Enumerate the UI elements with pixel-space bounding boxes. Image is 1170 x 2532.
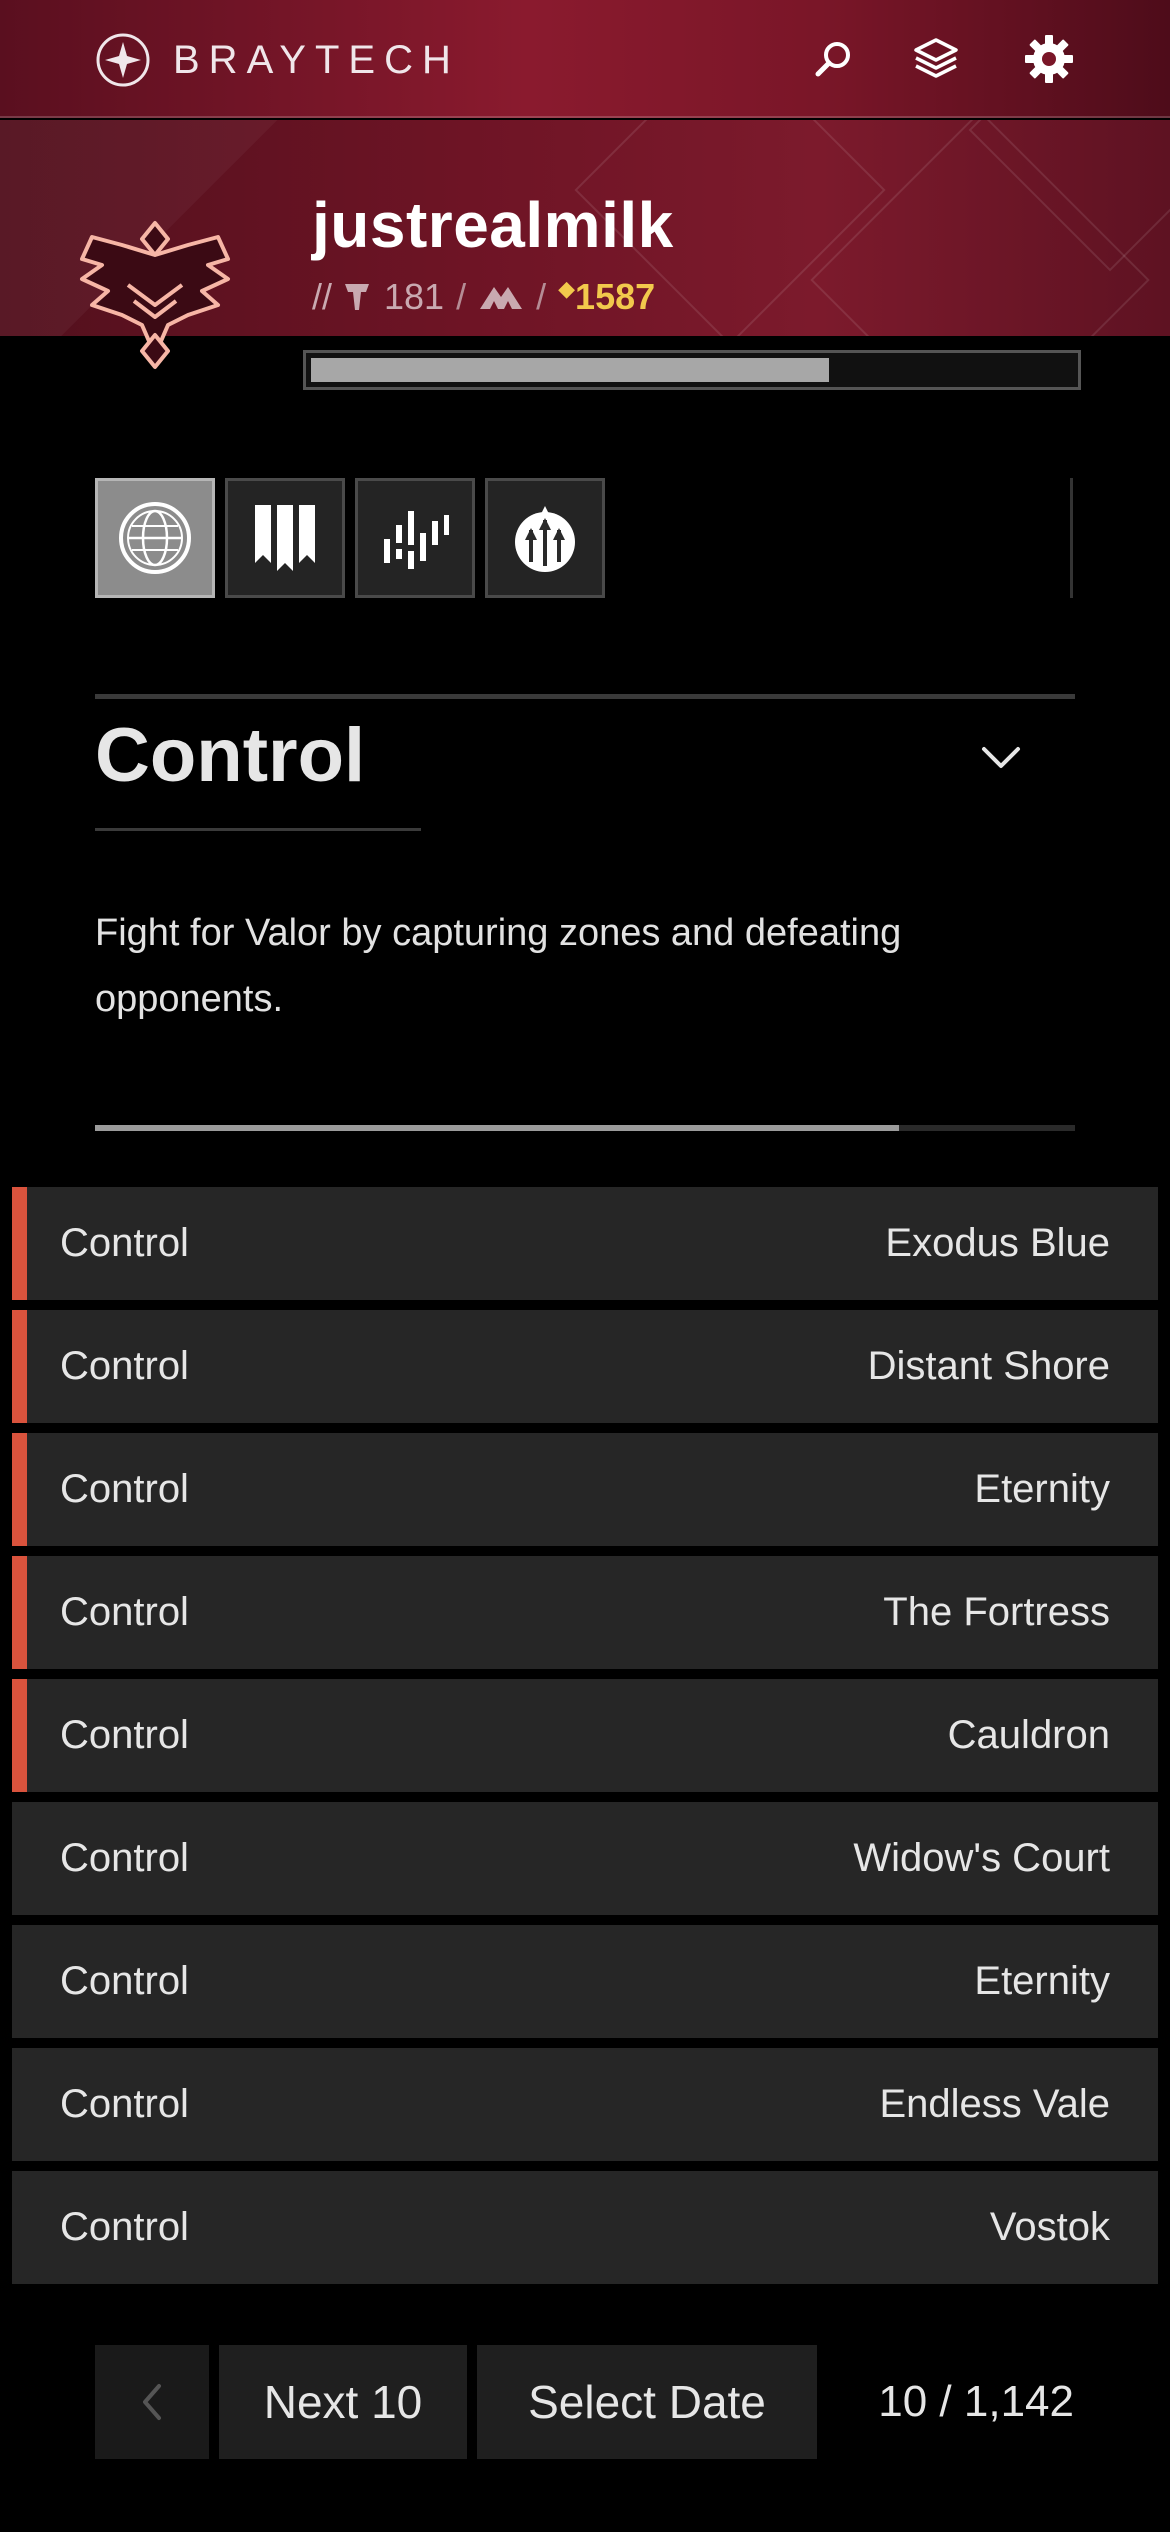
layers-icon[interactable]: [909, 32, 963, 86]
tab-trials[interactable]: [485, 478, 605, 598]
match-row[interactable]: Control Widow's Court: [12, 1802, 1158, 1915]
section-divider: [95, 694, 1075, 699]
match-row[interactable]: Control Distant Shore: [12, 1310, 1158, 1423]
select-date-button[interactable]: Select Date: [477, 2345, 817, 2459]
match-row[interactable]: Control Eternity: [12, 1925, 1158, 2038]
xp-progress-bar: [303, 350, 1081, 390]
search-icon[interactable]: [806, 32, 860, 86]
section-title: Control: [95, 713, 366, 798]
row-marker: [12, 1679, 27, 1792]
match-mode: Control: [60, 1713, 189, 1757]
meta-prefix: //: [312, 276, 333, 317]
match-map: Endless Vale: [879, 2082, 1110, 2126]
match-mode: Control: [60, 2205, 189, 2249]
profile-meta: // 181 / / ◆1587: [312, 276, 656, 317]
brand-name: BRAYTECH: [173, 37, 460, 82]
match-map: Distant Shore: [867, 1344, 1110, 1388]
pager: Next 10 Select Date: [95, 2345, 817, 2459]
match-row[interactable]: Control Exodus Blue: [12, 1187, 1158, 1300]
title-underline: [95, 828, 421, 831]
bars-icon: [384, 511, 449, 569]
guardian-level: 181: [384, 276, 445, 317]
match-row[interactable]: Control Vostok: [12, 2171, 1158, 2284]
match-map: Widow's Court: [853, 1836, 1110, 1880]
match-mode: Control: [60, 2082, 189, 2126]
match-mode: Control: [60, 1467, 189, 1511]
row-marker: [12, 1556, 27, 1669]
xp-progress-fill: [311, 358, 830, 382]
match-mode: Control: [60, 1836, 189, 1880]
tab-gambit[interactable]: [225, 478, 345, 598]
banners-icon: [255, 505, 315, 571]
top-bar: BRAYTECH: [0, 0, 1170, 118]
row-marker: [12, 1187, 27, 1300]
match-map: Eternity: [974, 1467, 1110, 1511]
next-10-button[interactable]: Next 10: [219, 2345, 467, 2459]
mode-description: Fight for Valor by capturing zones and d…: [95, 912, 902, 1020]
braytech-logo-icon: [96, 33, 150, 87]
section-progress-fill: [95, 1125, 899, 1131]
tab-all-modes[interactable]: [95, 478, 215, 598]
match-row[interactable]: Control Endless Vale: [12, 2048, 1158, 2161]
match-list: Control Exodus Blue Control Distant Shor…: [12, 1187, 1158, 2294]
tab-crucible[interactable]: [355, 478, 475, 598]
class-icon: [345, 284, 370, 310]
chevron-left-icon: [143, 2384, 161, 2420]
match-map: Vostok: [989, 2205, 1110, 2249]
match-map: Cauldron: [947, 1713, 1110, 1757]
power-level: ◆1587: [558, 276, 656, 317]
brand[interactable]: BRAYTECH: [95, 32, 460, 88]
mode-tabs: [95, 478, 605, 598]
match-map: Eternity: [974, 1959, 1110, 2003]
chevron-down-icon[interactable]: [978, 735, 1024, 781]
light-icon: ◆: [558, 276, 576, 301]
section-progress-bar: [95, 1125, 1075, 1131]
match-mode: Control: [60, 1590, 189, 1634]
globe-icon: [119, 502, 191, 574]
match-row[interactable]: Control Eternity: [12, 1433, 1158, 1546]
tabs-divider: [1070, 478, 1073, 598]
username: justrealmilk: [312, 189, 674, 261]
match-mode: Control: [60, 1221, 189, 1265]
match-map: The Fortress: [883, 1590, 1110, 1634]
match-mode: Control: [60, 1959, 189, 2003]
race-icon: [480, 287, 523, 309]
match-map: Exodus Blue: [885, 1221, 1110, 1265]
row-marker: [12, 1310, 27, 1423]
match-row[interactable]: Control The Fortress: [12, 1556, 1158, 1669]
match-mode: Control: [60, 1344, 189, 1388]
previous-page-button[interactable]: [95, 2345, 209, 2459]
match-row[interactable]: Control Cauldron: [12, 1679, 1158, 1792]
trials-icon: [515, 506, 575, 572]
match-count: 10 / 1,142: [878, 2377, 1074, 2426]
clan-emblem-icon: [80, 221, 230, 369]
row-marker: [12, 1433, 27, 1546]
gear-icon[interactable]: [1022, 32, 1076, 86]
